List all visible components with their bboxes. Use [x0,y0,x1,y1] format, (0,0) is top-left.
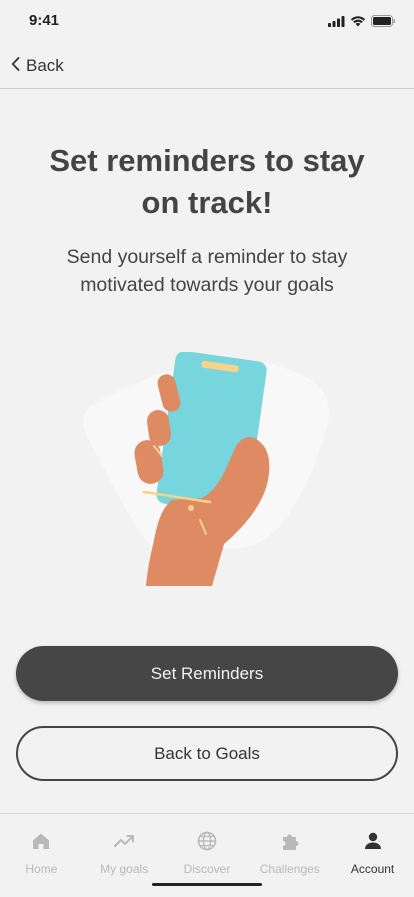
tab-label-challenges: Challenges [259,862,320,876]
home-indicator [152,883,262,886]
bracelet-bead [188,505,194,511]
chevron-left-icon [11,56,20,76]
set-reminders-button[interactable]: Set Reminders [16,646,398,701]
tab-home[interactable]: Home [0,814,83,897]
globe-icon [196,830,218,857]
person-icon [362,830,384,857]
back-button[interactable]: Back [11,56,64,76]
page-subtitle: Send yourself a reminder to stay motivat… [66,246,348,296]
tab-account[interactable]: Account [331,814,414,897]
tab-label-account: Account [350,862,395,876]
status-bar: 9:41 [0,0,414,44]
tab-label-home: Home [25,862,58,876]
nav-bar: Back [0,44,414,89]
tab-label-discover: Discover [183,862,231,876]
tab-label-my-goals: My goals [100,862,149,876]
battery-icon [371,14,396,32]
status-icons [328,14,396,32]
hand-holding-phone-illustration [82,351,332,588]
wifi-icon [350,14,366,32]
status-time: 9:41 [29,12,60,29]
signal-icon [328,14,345,32]
back-label: Back [26,56,64,75]
home-icon [30,830,52,857]
puzzle-icon [279,830,301,857]
page-title: Set reminders to stay on track! [49,143,365,220]
trend-up-icon [113,830,135,857]
back-to-goals-button[interactable]: Back to Goals [16,726,398,781]
